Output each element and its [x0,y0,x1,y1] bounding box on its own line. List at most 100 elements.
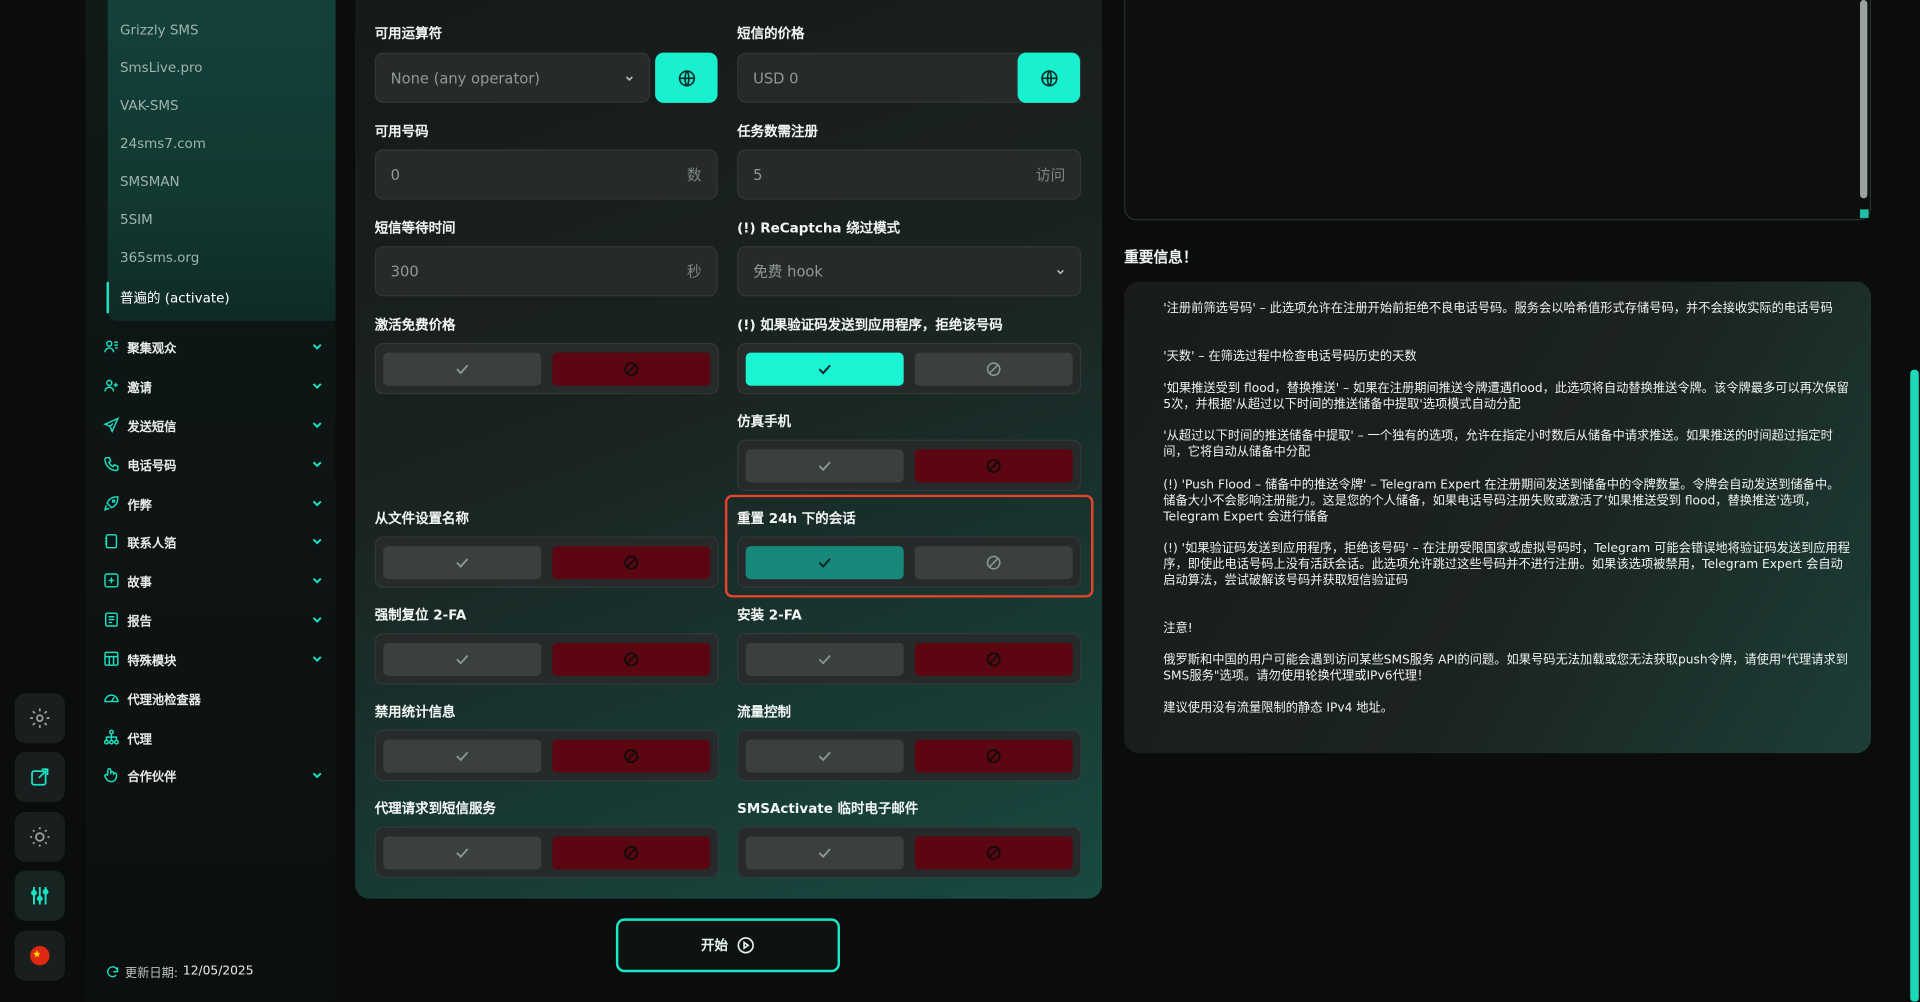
chevron-down-icon [312,383,322,389]
sidebar-item-invite[interactable]: 邀请 [103,373,323,397]
provider-item[interactable]: SMSMAN [120,174,180,190]
operator-globe-button[interactable] [655,52,718,103]
sidebar-item-label: 合作伙伴 [127,770,177,785]
sms-wait-value: 300 [390,262,419,280]
install-2fa-no-button[interactable] [914,642,1073,676]
proxy-sms-no-button[interactable] [552,836,711,870]
update-date-label: 更新日期: [124,967,179,981]
rocket-icon [103,496,119,511]
sidebar-item-label: 联系人箔 [127,536,177,551]
traffic-control-yes-button[interactable] [745,739,904,773]
free-price-no-button[interactable] [552,352,711,386]
sidebar-item-audience[interactable]: 聚集观众 [103,334,323,358]
disable-stats-no-button[interactable] [552,739,711,773]
install-2fa-toggle [737,633,1082,685]
china-flag-icon [30,946,50,966]
textarea-scrollbar[interactable] [1860,0,1868,199]
file-name-yes-button[interactable] [383,546,542,580]
sidebar-item-phone-numbers[interactable]: 电话号码 [103,452,323,476]
tasks-value: 5 [753,165,763,184]
check-icon [818,751,831,762]
sidebar-item-partners[interactable]: 合作伙伴 [103,763,323,787]
provider-item[interactable]: Grizzly SMS [120,22,199,38]
free-price-yes-button[interactable] [383,352,542,386]
start-button[interactable]: 开始 [615,918,841,973]
emulate-phone-no-button[interactable] [914,449,1073,483]
operator-label: 可用运算符 [374,25,443,42]
theme-toggle-button[interactable] [14,811,65,863]
sidebar-item-reports[interactable]: 报告 [103,607,323,631]
sidebar-item-proxy-checker[interactable]: 代理池检查器 [103,686,323,710]
provider-item[interactable]: VAK-SMS [120,98,179,114]
active-indicator [106,281,109,314]
provider-item[interactable]: 24sms7.com [120,136,206,152]
textarea-resize-handle[interactable] [1860,209,1869,218]
force-2fa-yes-button[interactable] [383,642,542,676]
external-link-icon [31,768,49,786]
chevron-down-icon [625,75,633,81]
sidebar-item-contacts[interactable]: 联系人箔 [103,529,323,553]
ban-icon [624,362,639,377]
emulate-phone-yes-button[interactable] [745,449,904,483]
available-numbers-value: 0 [390,165,400,184]
file-name-no-button[interactable] [552,546,711,580]
sidebar-item-special-modules[interactable]: 特殊模块 [103,647,323,671]
handshake-icon [104,768,118,783]
recaptcha-select[interactable]: 免费 hook [737,246,1082,297]
provider-item[interactable]: SmsLive.pro [120,60,203,76]
proxy-sms-yes-button[interactable] [383,836,542,870]
start-button-label: 开始 [701,937,728,954]
chevron-down-icon [312,617,322,623]
sidebar-item-cheat[interactable]: 作弊 [103,491,323,515]
page-scrollbar-thumb[interactable] [1910,369,1919,1002]
info-paragraph: '如果推送受到 flood，替换推送' – 如果在注册期间推送令牌遭遇flood… [1163,382,1849,412]
globe-icon [678,69,695,86]
temp-email-yes-button[interactable] [745,836,904,870]
info-paragraph: '从超过以下时间的推送储备中提取' – 一个独有的选项，允许在指定小时数后从储备… [1163,429,1833,460]
force-2fa-label: 强制复位 2-FA [374,607,467,624]
sms-wait-input[interactable]: 300 秒 [374,246,718,297]
check-icon [456,751,469,762]
user-plus-icon [104,379,118,392]
ban-icon [986,749,1001,764]
sidebar-item-send-sms[interactable]: 发送短信 [103,413,323,437]
sidebar-item-label: 特殊模块 [127,654,177,668]
sidebar-item-proxy[interactable]: 代理 [103,725,323,749]
sliders-icon [31,886,49,905]
controls-button[interactable] [14,870,65,921]
traffic-control-no-button[interactable] [914,739,1073,773]
log-textarea[interactable] [1124,0,1872,221]
send-icon [103,417,120,434]
chevron-down-icon [312,422,322,429]
price-globe-button[interactable] [1017,52,1081,103]
reject-app-no-button[interactable] [914,352,1073,386]
gear-icon [30,708,50,728]
tasks-input[interactable]: 5 访问 [737,149,1082,200]
language-button[interactable] [14,930,65,981]
check-icon [456,558,469,568]
install-2fa-yes-button[interactable] [745,642,904,676]
disable-stats-label: 禁用统计信息 [374,704,456,721]
check-icon [818,654,831,665]
reject-app-yes-button[interactable] [745,352,904,386]
operator-select[interactable]: None (any operator) [374,52,651,103]
available-numbers-label: 可用号码 [374,123,429,140]
sidebar-item-stories[interactable]: 故事 [103,568,323,592]
modules-icon [104,651,119,666]
disable-stats-yes-button[interactable] [383,739,542,773]
force-2fa-no-button[interactable] [552,642,711,676]
users-icon [104,340,118,353]
settings-button[interactable] [14,693,65,744]
temp-email-no-button[interactable] [914,836,1073,870]
globe-icon [1040,69,1057,86]
provider-item-active[interactable]: 普遍的 (activate) [120,288,230,308]
sms-provider-submenu [107,0,336,321]
open-external-button[interactable] [14,751,65,803]
provider-item[interactable]: 365sms.org [120,250,199,266]
provider-item[interactable]: 5SIM [120,212,153,228]
disable-stats-toggle [374,729,719,782]
reject-app-label: (!) 如果验证码发送到应用程序，拒绝该号码 [737,317,1003,334]
proxy-sms-toggle [374,826,719,878]
available-numbers-input[interactable]: 0 数 [374,149,718,200]
check-icon [456,364,469,375]
